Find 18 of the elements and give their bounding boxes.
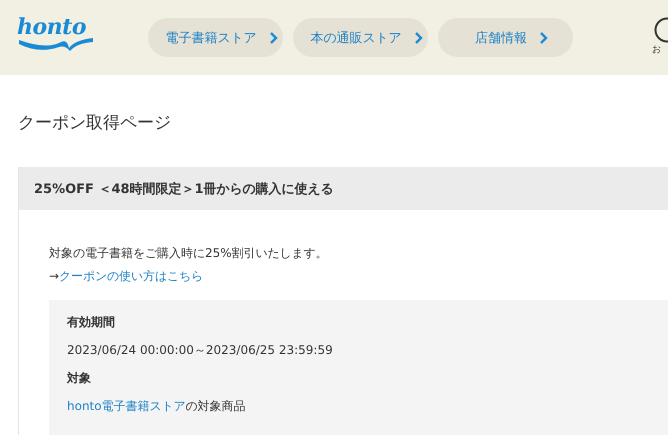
page-title: クーポン取得ページ: [17, 112, 172, 131]
store-link[interactable]: honto電子書籍ストア: [67, 399, 186, 413]
chevron-icon: [268, 30, 278, 44]
coupon-description: 対象の電子書籍をご購入時に25%割引いたします。: [49, 245, 329, 262]
nav-button[interactable]: 本の通販ストア: [293, 18, 428, 57]
coupon-title: 25%OFF ＜48時間限定＞1冊からの購入に使える: [34, 180, 334, 198]
notice-label[interactable]: お: [652, 43, 661, 56]
detail-value: 2023/06/24 00:00:00～2023/06/25 23:59:59: [67, 342, 334, 358]
howto-link[interactable]: クーポンの使い方はこちら: [59, 269, 204, 283]
detail-value: honto電子書籍ストアの対象商品: [67, 398, 247, 414]
logo[interactable]: honto: [17, 14, 97, 60]
detail-label: 対象: [67, 370, 92, 386]
arrow-mark: →: [49, 269, 60, 283]
detail-label: 有効期間: [67, 314, 116, 330]
chevron-icon: [414, 30, 422, 44]
nav-button[interactable]: 電子書籍ストア: [148, 18, 283, 57]
nav-button[interactable]: 店舗情報: [438, 18, 573, 57]
chevron-icon: [539, 30, 548, 44]
